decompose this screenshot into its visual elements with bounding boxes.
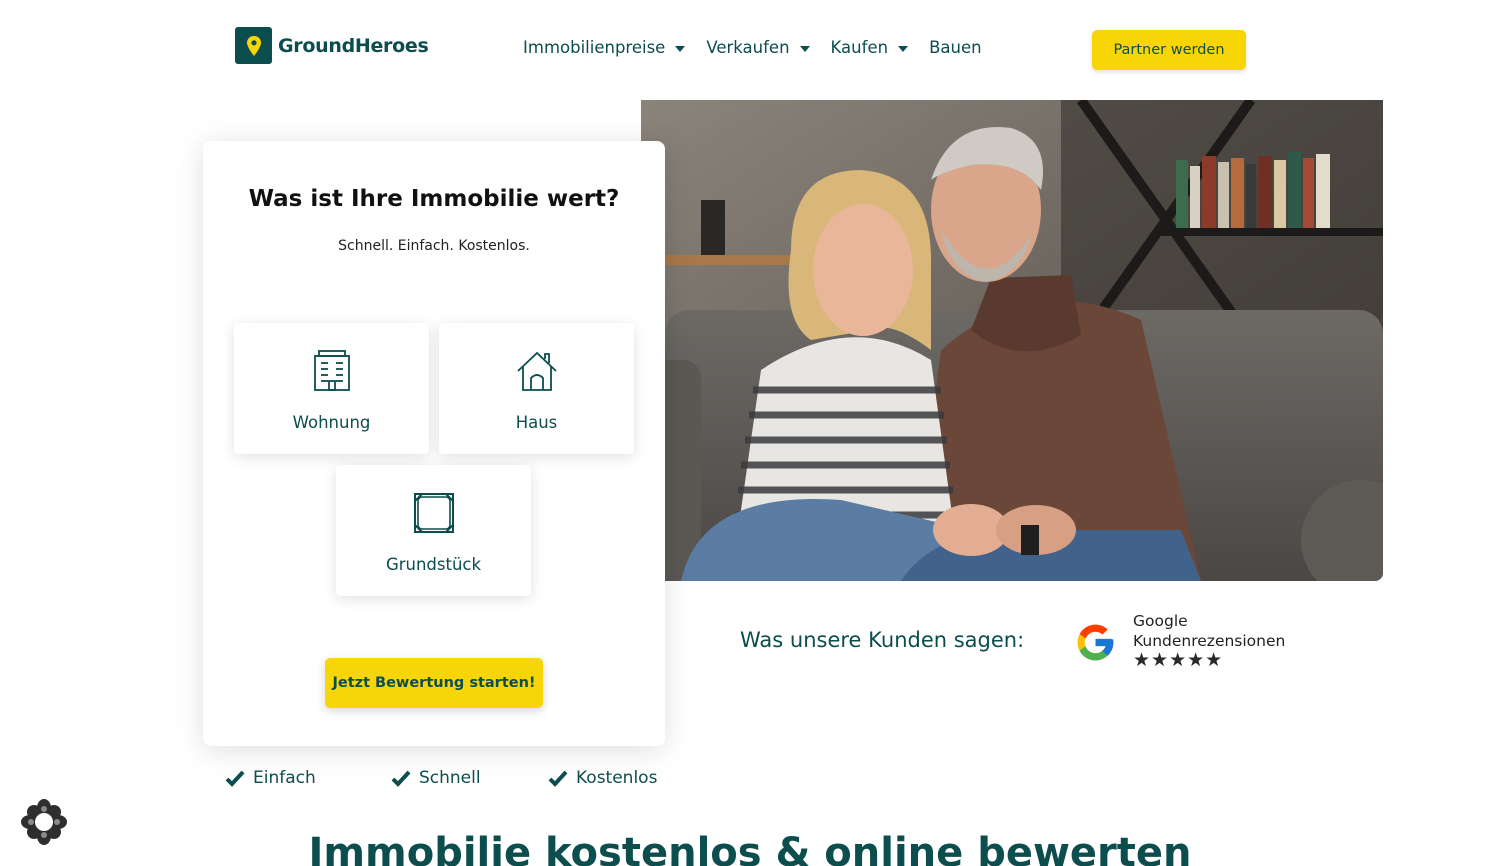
checkmark-icon — [548, 770, 568, 787]
checkmark-icon — [225, 770, 245, 787]
feature-label: Kostenlos — [576, 768, 658, 788]
nav-item-label: Verkaufen — [706, 38, 790, 57]
nav-item-bauen[interactable]: Bauen — [929, 38, 982, 57]
checkmark-icon — [391, 770, 411, 787]
option-label: Wohnung — [292, 413, 371, 432]
option-grundstueck[interactable]: Grundstück — [336, 465, 531, 596]
nav-item-label: Kaufen — [830, 38, 889, 57]
chevron-down-icon — [898, 45, 909, 52]
chevron-down-icon — [675, 45, 686, 52]
google-reviews-label: Kundenrezensionen — [1133, 632, 1286, 650]
nav-item-kaufen[interactable]: Kaufen — [831, 38, 909, 57]
chevron-down-icon — [799, 45, 810, 52]
google-provider-name: Google — [1133, 612, 1188, 630]
feature-schnell: Schnell — [391, 768, 481, 788]
location-pin-icon — [235, 27, 272, 64]
land-plot-icon — [336, 492, 531, 534]
nav-item-immobilienpreise[interactable]: Immobilienpreise — [523, 38, 686, 57]
partner-werden-button[interactable]: Partner werden — [1092, 30, 1246, 70]
reviews-heading: Was unsere Kunden sagen: — [740, 628, 1025, 652]
star-rating: ★★★★★ — [1133, 649, 1224, 671]
feature-kostenlos: Kostenlos — [548, 768, 657, 788]
start-valuation-button[interactable]: Jetzt Bewertung starten! — [325, 658, 543, 708]
option-label: Grundstück — [385, 555, 482, 574]
apartment-building-icon — [234, 350, 429, 392]
valuation-card: Was ist Ihre Immobilie wert? Schnell. Ei… — [203, 141, 665, 746]
feature-label: Einfach — [253, 768, 316, 788]
logo[interactable]: GroundHeroes — [235, 27, 429, 64]
option-wohnung[interactable]: Wohnung — [234, 323, 429, 454]
card-subtitle: Schnell. Einfach. Kostenlos. — [338, 238, 530, 254]
logo-text: GroundHeroes — [278, 34, 429, 57]
card-title: Was ist Ihre Immobilie wert? — [248, 186, 620, 212]
nav-item-verkaufen[interactable]: Verkaufen — [706, 38, 810, 57]
option-haus[interactable]: Haus — [439, 323, 634, 454]
feature-label: Schnell — [419, 768, 481, 788]
nav-item-label: Bauen — [929, 38, 982, 57]
house-icon — [439, 350, 634, 392]
page-headline: Immobilie kostenlos & online bewerten — [308, 830, 1192, 866]
google-logo-icon[interactable] — [1074, 621, 1117, 668]
hero-image — [641, 100, 1383, 581]
nav-item-label: Immobilienpreise — [523, 38, 666, 57]
feature-einfach: Einfach — [225, 768, 316, 788]
cookie-settings-icon[interactable] — [19, 797, 69, 847]
main-nav: Immobilienpreise Verkaufen Kaufen Bauen — [523, 38, 1003, 57]
option-label: Haus — [515, 413, 558, 432]
